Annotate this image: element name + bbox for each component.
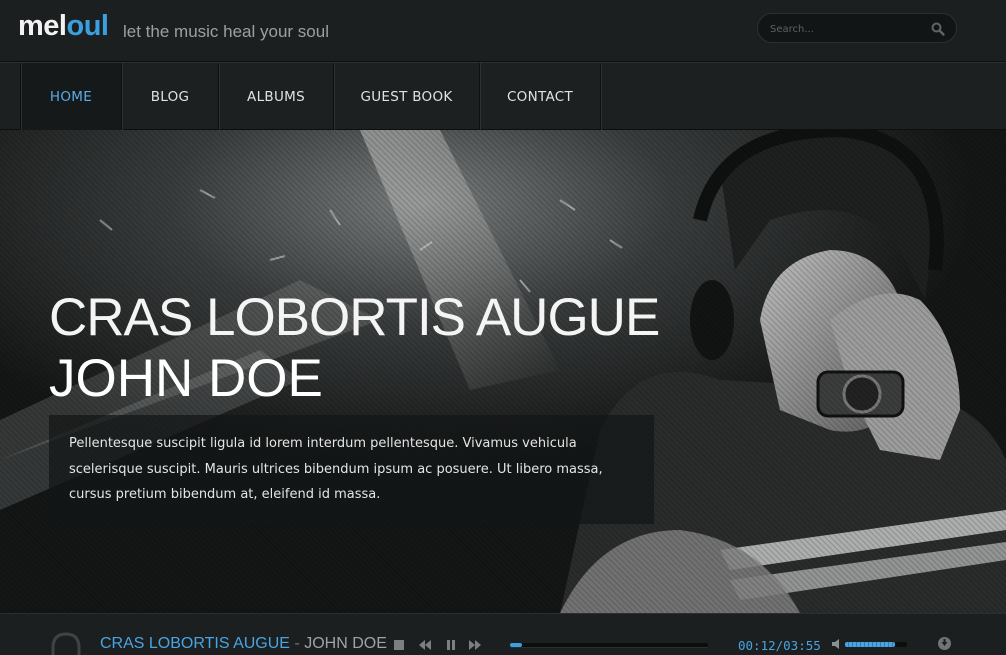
volume-slider-fill: [845, 642, 895, 647]
download-icon[interactable]: [937, 636, 952, 651]
fast-forward-icon[interactable]: [468, 638, 482, 652]
music-player: CRAS LOBORTIS AUGUE - JOHN DOE 00:12/03:…: [0, 613, 1006, 655]
rewind-icon[interactable]: [418, 638, 432, 652]
hero-text-box: Pellentesque suscipit ligula id lorem in…: [49, 415, 654, 524]
track-artist: JOHN DOE: [304, 635, 387, 652]
nav-item-contact[interactable]: CONTACT: [479, 63, 600, 130]
now-playing: CRAS LOBORTIS AUGUE - JOHN DOE: [100, 635, 387, 653]
volume-slider[interactable]: [845, 642, 907, 647]
seek-bar-fill: [510, 643, 522, 647]
search-input[interactable]: [770, 20, 920, 38]
site-tagline: let the music heal your soul: [123, 22, 329, 41]
nav-divider: [600, 63, 602, 130]
track-separator: -: [289, 635, 305, 652]
track-title: CRAS LOBORTIS AUGUE: [100, 635, 290, 652]
seek-bar[interactable]: [510, 643, 708, 648]
main-navigation: HOME BLOG ALBUMS GUEST BOOK CONTACT: [0, 62, 1006, 130]
hero-description: Pellentesque suscipit ligula id lorem in…: [69, 436, 603, 502]
search-box: [757, 13, 957, 43]
volume-icon[interactable]: [831, 638, 843, 650]
nav-item-albums[interactable]: ALBUMS: [218, 63, 333, 130]
nav-item-guest-book[interactable]: GUEST BOOK: [333, 63, 479, 130]
pause-icon[interactable]: [444, 638, 458, 652]
nav-item-home[interactable]: HOME: [20, 63, 121, 130]
site-header: meloul let the music heal your soul: [0, 0, 1006, 62]
logo-text-white: mel: [18, 10, 67, 42]
hero-banner: CRAS LOBORTIS AUGUE JOHN DOE Pellentesqu…: [0, 130, 1006, 613]
playback-time: 00:12/03:55: [738, 638, 821, 653]
hero-title: CRAS LOBORTIS AUGUE: [49, 288, 660, 347]
logo-text-blue: oul: [66, 10, 109, 42]
stop-icon[interactable]: [392, 638, 406, 652]
hero-subtitle: JOHN DOE: [49, 349, 323, 408]
site-logo[interactable]: meloul: [18, 10, 109, 43]
nav-item-blog[interactable]: BLOG: [121, 63, 218, 130]
headphones-icon: [51, 632, 81, 655]
search-icon[interactable]: [930, 21, 946, 37]
